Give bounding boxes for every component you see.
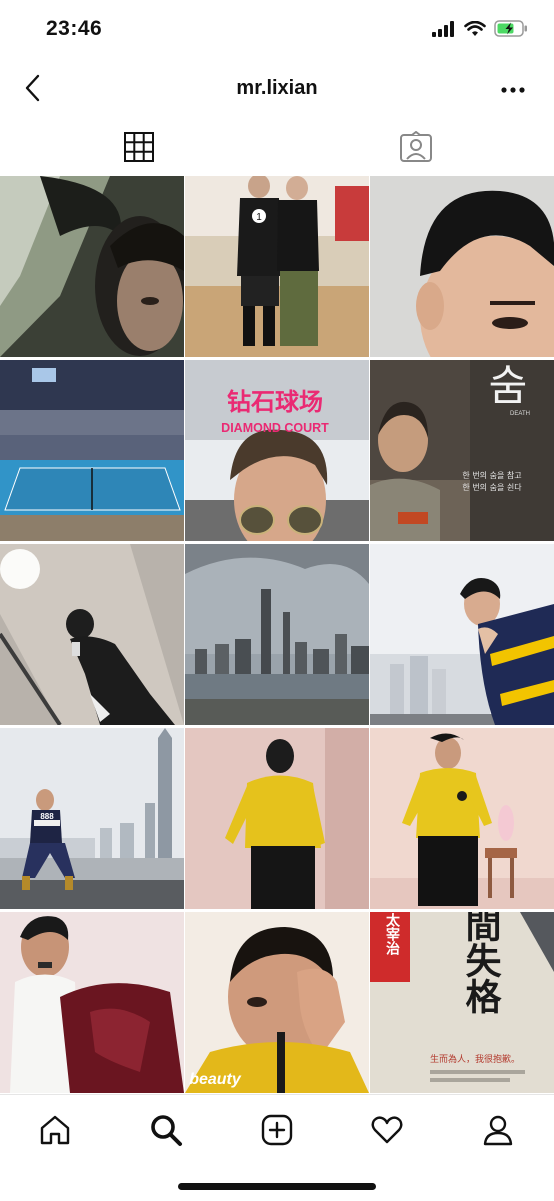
jacket-number: 888 (40, 812, 54, 821)
post-thumbnail[interactable] (370, 728, 554, 909)
movie-caption-line1: 한 번의 숨을 참고 (462, 470, 521, 480)
post-thumbnail[interactable] (0, 176, 184, 357)
striped-sweater-photo (370, 544, 554, 725)
post-thumbnail[interactable]: 888 (0, 728, 184, 909)
diamond-court-selfie-photo: 钻石球场 DIAMOND COURT (185, 360, 369, 541)
cellular-signal-icon (432, 20, 456, 42)
status-bar: 23:46 (0, 0, 554, 60)
nav-new-post-button[interactable] (252, 1105, 302, 1155)
rooftop-skyline-photo: 888 (0, 728, 184, 909)
post-thumbnail[interactable]: beauty (185, 912, 369, 1093)
status-time: 23:46 (46, 17, 103, 40)
nav-activity-button[interactable] (362, 1105, 412, 1155)
profile-tabs (0, 118, 554, 176)
tagged-person-icon (399, 131, 432, 162)
profile-username: mr.lixian (236, 77, 318, 99)
beauty-magazine-photo: beauty (185, 912, 369, 1093)
magazine-logo: beauty (189, 1071, 242, 1088)
movie-title: 숨 (489, 361, 528, 410)
posts-grid: 1 钻石球场 DIAMOND COURT 숨 DEATH 한 번의 숨을 참고 … (0, 176, 554, 1094)
book-cover-photo: 太宰治 人間失格 生而為人，我很抱歉。 (370, 912, 554, 1093)
nav-search-button[interactable] (141, 1105, 191, 1155)
add-post-icon (261, 1114, 293, 1146)
post-thumbnail[interactable] (0, 912, 184, 1093)
home-indicator[interactable] (178, 1183, 376, 1190)
profile-header: mr.lixian (0, 60, 554, 118)
movie-poster-photo: 숨 DEATH 한 번의 숨을 참고 한 번의 숨을 쉰다 (370, 360, 554, 541)
post-thumbnail[interactable]: 太宰治 人間失格 生而為人，我很抱歉。 (370, 912, 554, 1093)
yellow-jacket-front-photo (370, 728, 554, 909)
court-name-en: DIAMOND COURT (221, 421, 329, 435)
post-thumbnail[interactable] (370, 544, 554, 725)
heart-icon (371, 1116, 403, 1144)
tennis-stadium-photo (0, 360, 184, 541)
velvet-jacket-photo (0, 912, 184, 1093)
book-blurb: 生而為人，我很抱歉。 (430, 1053, 520, 1065)
movie-subtitle: DEATH (510, 411, 530, 417)
tab-tagged[interactable] (277, 118, 554, 176)
book-title: 人間失格 (460, 912, 502, 1014)
post-thumbnail[interactable]: 숨 DEATH 한 번의 숨을 참고 한 번의 숨을 쉰다 (370, 360, 554, 541)
mirror-selfie-photo (0, 544, 184, 725)
battery-charging-icon (494, 20, 528, 42)
post-thumbnail[interactable] (185, 728, 369, 909)
more-options-button[interactable] (498, 80, 528, 100)
car-selfie-photo (0, 176, 184, 357)
basketball-jerseys-photo: 1 (185, 176, 369, 357)
home-icon (40, 1115, 70, 1145)
post-thumbnail[interactable] (0, 544, 184, 725)
portrait-closeup-photo (370, 176, 554, 357)
wifi-icon (464, 20, 486, 42)
movie-caption-line2: 한 번의 숨을 쉰다 (462, 482, 522, 492)
post-thumbnail[interactable]: 钻石球场 DIAMOND COURT (185, 360, 369, 541)
grid-icon (123, 132, 154, 162)
more-dots-icon (501, 87, 525, 93)
post-thumbnail[interactable] (370, 176, 554, 357)
jersey-number: 1 (256, 212, 262, 223)
nav-profile-button[interactable] (473, 1105, 523, 1155)
post-thumbnail[interactable]: 1 (185, 176, 369, 357)
city-skyline-photo (185, 544, 369, 725)
nav-home-button[interactable] (30, 1105, 80, 1155)
tab-posts-grid[interactable] (0, 118, 277, 176)
court-name-cn: 钻石球场 (227, 388, 323, 416)
profile-icon (483, 1115, 513, 1146)
post-thumbnail[interactable] (0, 360, 184, 541)
book-author: 太宰治 (384, 912, 400, 956)
yellow-jacket-back-photo (185, 728, 369, 909)
post-thumbnail[interactable] (185, 544, 369, 725)
search-icon (151, 1115, 182, 1146)
